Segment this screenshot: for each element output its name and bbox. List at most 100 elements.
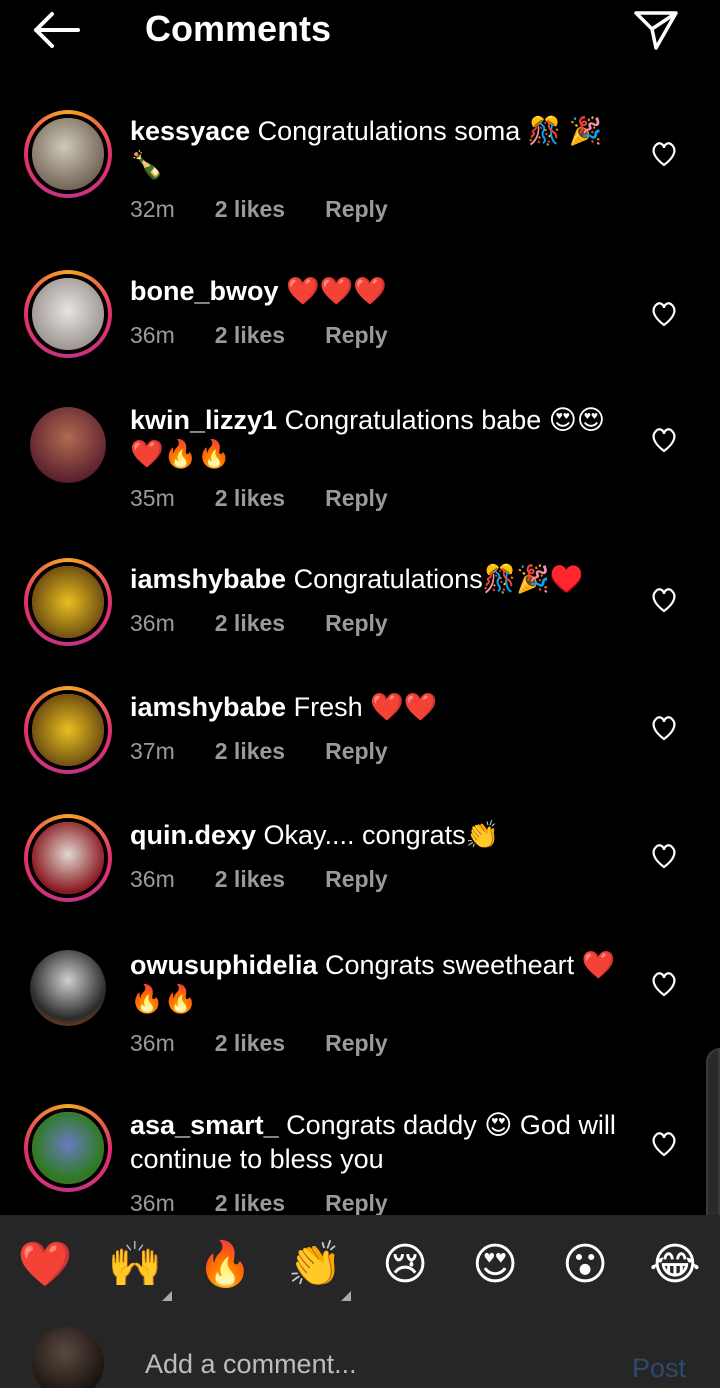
avatar-image: [32, 1112, 104, 1184]
page-title: Comments: [145, 8, 332, 49]
reply-button[interactable]: Reply: [325, 1030, 388, 1057]
comment-likes[interactable]: 2 likes: [215, 610, 285, 637]
arrow-left-icon[interactable]: [30, 10, 82, 50]
comment-text: kessyace Congratulations soma 🎊 🎉 🍾: [130, 114, 630, 182]
comment-time: 36m: [130, 610, 175, 636]
comment-meta: 37m 2 likes Reply: [130, 738, 630, 765]
comment-input[interactable]: Add a comment...: [145, 1349, 357, 1380]
emoji-fire-button[interactable]: 🔥: [195, 1239, 255, 1291]
comment-item: kessyace Congratulations soma 🎊 🎉 🍾 32m 2…: [0, 110, 720, 260]
avatar-image: [32, 822, 104, 894]
post-button[interactable]: Post: [632, 1353, 686, 1384]
like-heart-icon[interactable]: [650, 971, 678, 997]
avatar[interactable]: [24, 270, 112, 358]
comment-body: Congratulations🎊🎉♥️: [286, 564, 584, 594]
emoji-reaction-bar: ❤️ 🙌 🔥 👏 😢 😍 😮 😂: [0, 1215, 720, 1315]
comment-text: kwin_lizzy1 Congratulations babe 😍😍 ❤️🔥🔥: [130, 403, 630, 471]
like-heart-icon[interactable]: [650, 301, 678, 327]
comment-username[interactable]: quin.dexy: [130, 820, 256, 850]
comment-meta: 36m 2 likes Reply: [130, 322, 630, 349]
avatar[interactable]: [24, 686, 112, 774]
reply-button[interactable]: Reply: [325, 1190, 388, 1215]
emoji-surprised-button[interactable]: 😮: [555, 1239, 615, 1291]
comment-meta: 36m 2 likes Reply: [130, 1030, 630, 1057]
avatar-image: [32, 278, 104, 350]
comment-time: 36m: [130, 1190, 175, 1215]
like-heart-icon[interactable]: [650, 141, 678, 167]
like-heart-icon[interactable]: [650, 587, 678, 613]
comment-meta: 32m 2 likes Reply: [130, 196, 630, 223]
avatar-image: [30, 407, 106, 483]
like-heart-icon[interactable]: [650, 427, 678, 453]
comment-username[interactable]: kwin_lizzy1: [130, 405, 277, 435]
comment-username[interactable]: kessyace: [130, 116, 250, 146]
comment-meta: 36m 2 likes Reply: [130, 610, 630, 637]
reply-button[interactable]: Reply: [325, 322, 388, 349]
comment-username[interactable]: bone_bwoy: [130, 276, 279, 306]
like-heart-icon[interactable]: [650, 715, 678, 741]
send-icon[interactable]: [632, 8, 680, 52]
reply-button[interactable]: Reply: [325, 738, 388, 765]
my-avatar: [32, 1327, 104, 1388]
emoji-raised-hands-button[interactable]: 🙌: [105, 1239, 165, 1291]
comment-time: 36m: [130, 1030, 175, 1056]
comment-text: asa_smart_ Congrats daddy 😍 God will con…: [130, 1108, 630, 1176]
avatar-image: [30, 950, 106, 1026]
header: Comments: [0, 0, 720, 62]
comment-item: iamshybabe Congratulations🎊🎉♥️ 36m 2 like…: [0, 558, 720, 668]
comment-body: ❤️❤️❤️: [278, 276, 387, 306]
comment-meta: 36m 2 likes Reply: [130, 1190, 630, 1215]
avatar[interactable]: [30, 407, 106, 483]
comment-text: iamshybabe Fresh ❤️❤️: [130, 690, 630, 724]
like-heart-icon[interactable]: [650, 843, 678, 869]
comment-username[interactable]: iamshybabe: [130, 564, 286, 594]
comment-likes[interactable]: 2 likes: [215, 1190, 285, 1215]
comment-username[interactable]: asa_smart_: [130, 1110, 279, 1140]
comment-username[interactable]: owusuphidelia: [130, 950, 318, 980]
emoji-heart-button[interactable]: ❤️: [15, 1239, 75, 1291]
comment-body: Fresh ❤️❤️: [286, 692, 438, 722]
avatar[interactable]: [24, 1104, 112, 1192]
comment-text: iamshybabe Congratulations🎊🎉♥️: [130, 562, 630, 596]
emoji-crying-button[interactable]: 😢: [375, 1239, 435, 1291]
reply-button[interactable]: Reply: [325, 485, 388, 512]
comment-time: 37m: [130, 738, 175, 764]
comment-likes[interactable]: 2 likes: [215, 866, 285, 893]
comment-text: bone_bwoy ❤️❤️❤️: [130, 274, 630, 308]
avatar-image: [32, 566, 104, 638]
reply-button[interactable]: Reply: [325, 196, 388, 223]
reply-button[interactable]: Reply: [325, 610, 388, 637]
comment-likes[interactable]: 2 likes: [215, 738, 285, 765]
emoji-clap-button[interactable]: 👏: [285, 1239, 345, 1291]
avatar[interactable]: [24, 110, 112, 198]
comment-likes[interactable]: 2 likes: [215, 322, 285, 349]
comment-item: iamshybabe Fresh ❤️❤️ 37m 2 likes Reply: [0, 686, 720, 796]
comment-likes[interactable]: 2 likes: [215, 196, 285, 223]
comment-meta: 35m 2 likes Reply: [130, 485, 630, 512]
comment-item: asa_smart_ Congrats daddy 😍 God will con…: [0, 1104, 720, 1215]
avatar[interactable]: [24, 558, 112, 646]
emoji-heart-eyes-button[interactable]: 😍: [465, 1239, 525, 1291]
avatar[interactable]: [30, 950, 106, 1026]
comment-item: bone_bwoy ❤️❤️❤️ 36m 2 likes Reply: [0, 270, 720, 380]
avatar-image: [32, 118, 104, 190]
comment-likes[interactable]: 2 likes: [215, 485, 285, 512]
comment-item: kwin_lizzy1 Congratulations babe 😍😍 ❤️🔥🔥…: [0, 405, 720, 545]
comment-item: owusuphidelia Congrats sweetheart ❤️🔥🔥 3…: [0, 948, 720, 1088]
comment-username[interactable]: iamshybabe: [130, 692, 286, 722]
comment-meta: 36m 2 likes Reply: [130, 866, 630, 893]
comment-time: 32m: [130, 196, 175, 222]
avatar[interactable]: [24, 814, 112, 902]
avatar-image: [32, 694, 104, 766]
like-heart-icon[interactable]: [650, 1131, 678, 1157]
comment-time: 35m: [130, 485, 175, 511]
comment-list[interactable]: kessyace Congratulations soma 🎊 🎉 🍾 32m 2…: [0, 95, 720, 1215]
comment-text: quin.dexy Okay.... congrats👏: [130, 818, 630, 852]
comment-input-bar: Add a comment... Post: [0, 1315, 720, 1388]
comment-time: 36m: [130, 866, 175, 892]
comment-likes[interactable]: 2 likes: [215, 1030, 285, 1057]
reply-button[interactable]: Reply: [325, 866, 388, 893]
emoji-laughing-button[interactable]: 😂: [645, 1239, 705, 1291]
comment-item: quin.dexy Okay.... congrats👏 36m 2 likes R…: [0, 814, 720, 924]
comment-time: 36m: [130, 322, 175, 348]
